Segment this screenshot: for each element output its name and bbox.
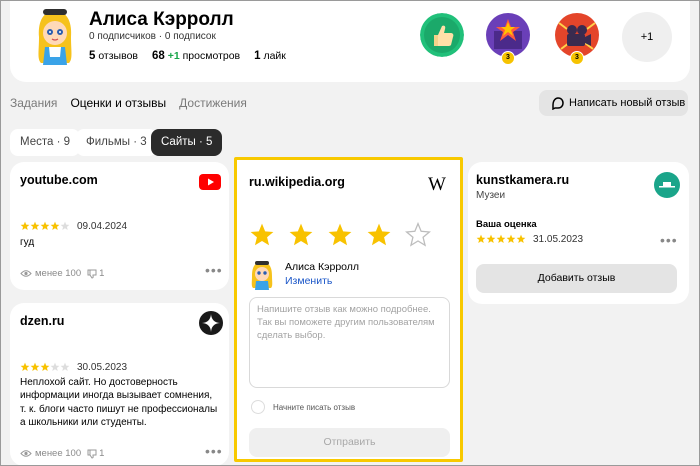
filter-sites[interactable]: Сайты · 5 <box>151 129 223 156</box>
star-empty-icon <box>50 362 60 371</box>
author-name: Алиса Кэрролл <box>285 261 360 273</box>
add-review-button[interactable]: Добавить отзыв <box>476 264 677 293</box>
star-filled-icon <box>516 234 526 243</box>
likes-count: 1 <box>99 448 105 459</box>
write-review-label: Написать новый отзыв <box>569 97 686 109</box>
site-title[interactable]: dzen.ru <box>20 314 64 328</box>
star-empty-icon[interactable] <box>405 222 431 248</box>
review-hint: Начните писать отзыв <box>251 400 355 414</box>
profile-tabs: Задания Оценки и отзывы Достижения <box>10 96 260 110</box>
more-options-icon[interactable]: ••• <box>205 443 223 459</box>
review-date: 09.04.2024 <box>77 221 128 232</box>
star-filled-icon <box>50 221 60 230</box>
views-stat: 68 +1 просмотров <box>152 50 241 62</box>
review-text: гуд <box>20 237 35 248</box>
rating-stars <box>476 234 526 244</box>
thumbs-up-badge[interactable] <box>420 13 464 57</box>
site-title[interactable]: kunstkamera.ru <box>476 173 569 187</box>
more-options-icon[interactable]: ••• <box>660 232 678 248</box>
star-badge[interactable]: 3 <box>486 13 530 65</box>
more-options-icon[interactable]: ••• <box>205 262 223 278</box>
submit-review-button[interactable]: Отправить <box>249 428 450 457</box>
more-badges-button[interactable]: +1 <box>622 12 672 62</box>
star-filled-icon <box>40 221 50 230</box>
star-filled-icon <box>30 362 40 371</box>
rating-stars <box>20 221 70 231</box>
subscriptions-info[interactable]: 0 подписчиков · 0 подписок <box>89 31 216 42</box>
eye-icon <box>20 450 32 457</box>
camera-badge-count: 3 <box>570 51 584 65</box>
star-filled-icon <box>506 234 516 243</box>
filter-places[interactable]: Места · 9 <box>10 129 81 156</box>
star-filled-icon <box>476 234 486 243</box>
review-card-wikipedia: ru.wikipedia.org W Алиса Кэрролл Изменит… <box>234 157 463 462</box>
dzen-logo-icon <box>199 311 223 335</box>
site-category: Музеи <box>476 190 506 201</box>
review-meta: менее 100 1 <box>20 268 104 279</box>
star-filled-icon <box>20 221 30 230</box>
review-card-dzen: dzen.ru 30.05.2023 Неплохой сайт. Но дос… <box>10 303 229 466</box>
user-name: Алиса Кэрролл <box>89 9 234 30</box>
site-title[interactable]: ru.wikipedia.org <box>249 175 345 189</box>
star-empty-icon <box>60 362 70 371</box>
star-filled-icon <box>40 362 50 371</box>
star-filled-icon <box>20 362 30 371</box>
review-date: 30.05.2023 <box>77 362 128 373</box>
rating-input-stars[interactable] <box>249 222 431 248</box>
review-card-kunstkamera: kunstkamera.ru Музеи Ваша оценка 31.05.2… <box>468 162 689 304</box>
star-filled-icon[interactable] <box>249 222 275 248</box>
review-meta: менее 100 1 <box>20 448 104 459</box>
star-badge-count: 3 <box>501 51 515 65</box>
your-rating-label: Ваша оценка <box>476 219 537 230</box>
tab-achievements[interactable]: Достижения <box>179 96 247 110</box>
views-count: менее 100 <box>35 268 82 279</box>
profile-card: Алиса Кэрролл 0 подписчиков · 0 подписок… <box>10 0 690 82</box>
star-filled-icon <box>30 221 40 230</box>
reviews-stat: 5 отзывов <box>89 50 138 62</box>
star-filled-icon[interactable] <box>327 222 353 248</box>
star-filled-icon <box>496 234 506 243</box>
kunstkamera-logo-icon <box>654 172 680 198</box>
edit-rating-link[interactable]: Изменить <box>285 275 332 287</box>
dislike-icon[interactable] <box>87 269 97 279</box>
avatar[interactable] <box>33 7 77 69</box>
review-text: Неплохой сайт. Но достоверность информац… <box>20 377 218 429</box>
movie-camera-badge[interactable]: 3 <box>555 13 599 65</box>
star-filled-icon[interactable] <box>366 222 392 248</box>
author-avatar <box>251 261 273 290</box>
views-count: менее 100 <box>35 448 82 459</box>
write-new-review-button[interactable]: Написать новый отзыв <box>539 90 688 116</box>
likes-stat: 1 лайк <box>254 50 286 62</box>
youtube-logo-icon <box>199 174 221 190</box>
tab-tasks[interactable]: Задания <box>10 96 57 110</box>
profile-stats: 5 отзывов 68 +1 просмотров 1 лайк <box>89 50 300 62</box>
tab-ratings-reviews[interactable]: Оценки и отзывы <box>70 96 166 110</box>
site-title[interactable]: youtube.com <box>20 173 98 187</box>
filter-movies[interactable]: Фильмы · 3 <box>76 129 157 156</box>
dislike-icon[interactable] <box>87 449 97 459</box>
progress-circle-icon <box>251 400 265 414</box>
review-date: 31.05.2023 <box>533 234 584 245</box>
hint-text: Начните писать отзыв <box>273 402 356 412</box>
rating-stars <box>20 362 70 372</box>
star-filled-icon[interactable] <box>288 222 314 248</box>
review-card-youtube: youtube.com 09.04.2024 гуд менее 100 1 •… <box>10 162 229 290</box>
eye-icon <box>20 270 32 277</box>
likes-count: 1 <box>99 268 105 279</box>
star-filled-icon <box>486 234 496 243</box>
review-textarea[interactable]: Напишите отзыв как можно подробнее. Так … <box>249 297 450 388</box>
wikipedia-logo-icon: W <box>428 174 446 195</box>
write-review-icon <box>552 97 564 110</box>
star-empty-icon <box>60 221 70 230</box>
